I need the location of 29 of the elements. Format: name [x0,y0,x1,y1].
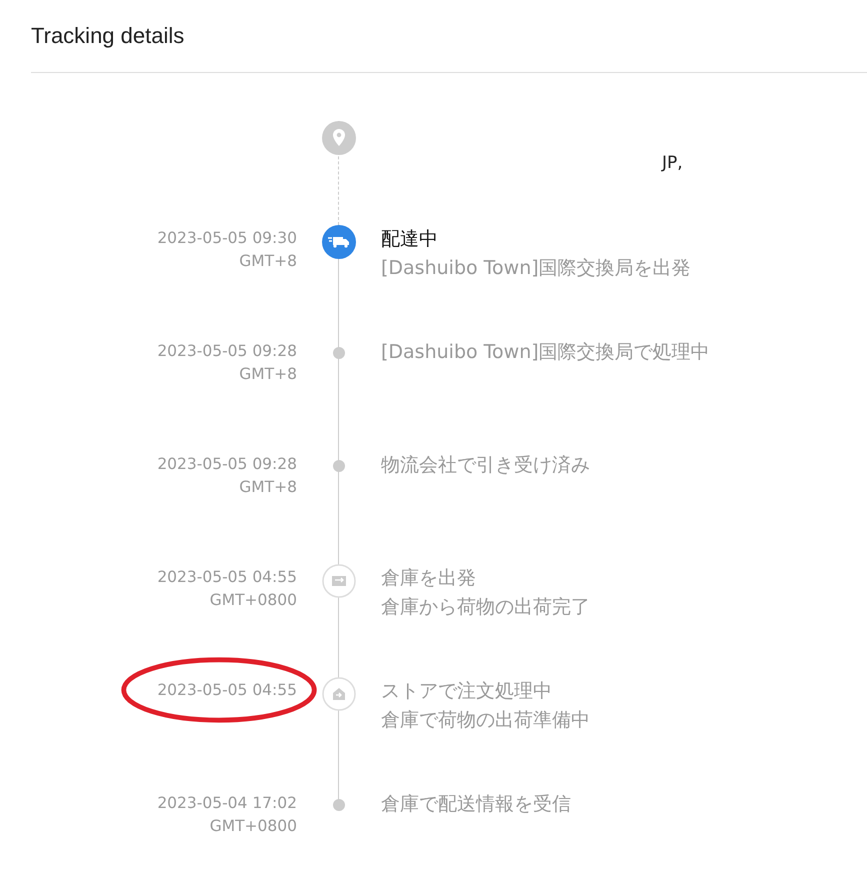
event-date: 2023-05-05 09:28 [156,341,297,362]
event-date: 2023-05-04 17:02 [156,793,297,814]
event-timezone: GMT+0800 [208,590,297,611]
timeline-dot [333,799,345,811]
event-detail: [Dashuibo Town]国際交換局を出発 [381,256,692,281]
event-status: [Dashuibo Town]国際交換局で処理中 [381,340,711,365]
event-detail: 倉庫で荷物の出荷準備中 [381,708,591,733]
event-timezone: GMT+8 [238,251,297,272]
event-status: 倉庫を出発 [381,566,477,591]
event-status: 物流会社で引き受け済み [381,453,591,478]
event-status: 倉庫で配送情報を受信 [381,792,572,817]
timeline-dot [333,347,345,359]
event-timezone: GMT+8 [238,477,297,498]
event-status: ストアで注文処理中 [381,679,553,704]
timeline-dot [333,460,345,472]
event-status: 配達中 [381,227,439,252]
truck-icon [322,225,356,259]
event-date: 2023-05-05 04:55 [156,567,297,588]
location-pin-icon [322,121,356,155]
transfer-icon [322,564,356,598]
event-date: 2023-05-05 09:30 [156,228,297,249]
event-date: 2023-05-05 09:28 [156,454,297,475]
house-icon [322,677,356,711]
event-detail: 倉庫から荷物の出荷完了 [381,595,591,620]
event-date: 2023-05-05 04:55 [156,680,297,701]
event-timezone: GMT+8 [238,364,297,385]
destination-address: JP, [662,152,684,175]
event-timezone: GMT+0800 [208,816,297,837]
section-title: Tracking details [31,22,186,50]
